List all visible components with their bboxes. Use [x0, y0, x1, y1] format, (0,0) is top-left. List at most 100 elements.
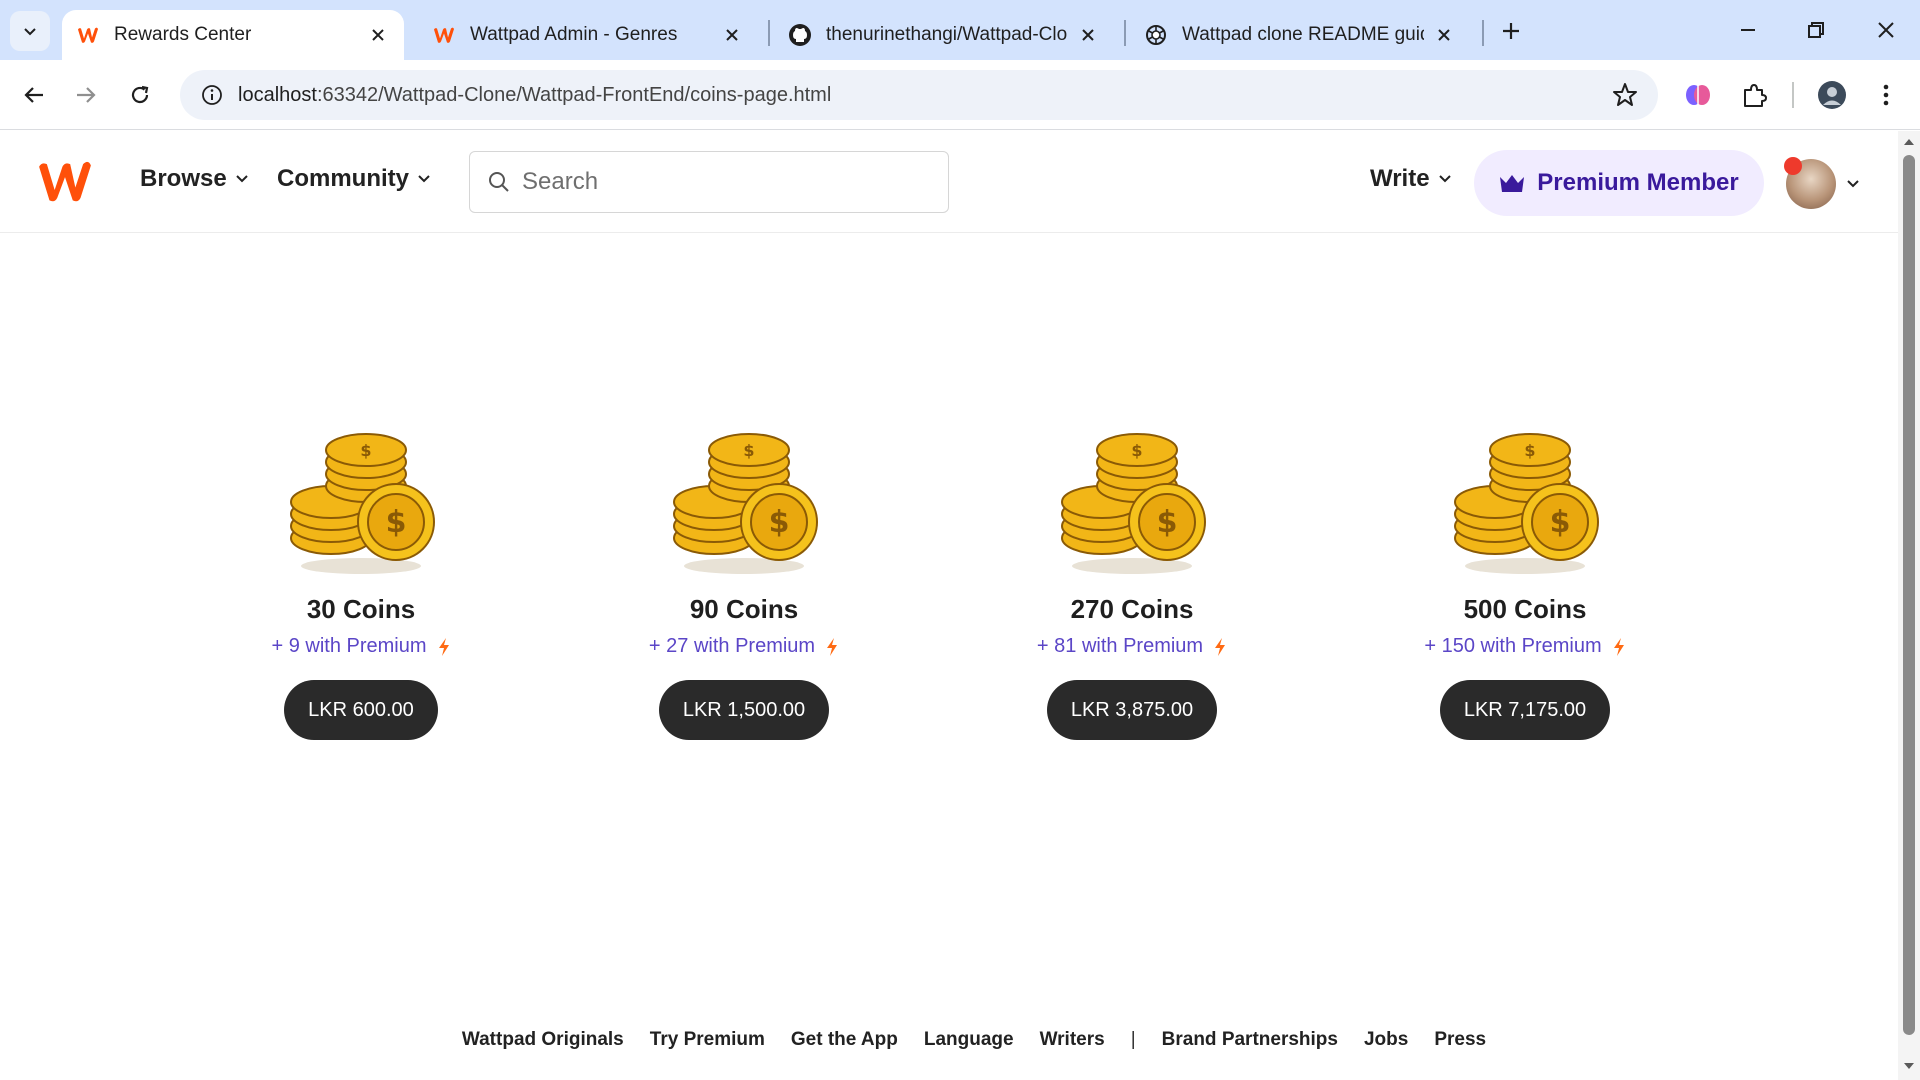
restore-icon [1808, 22, 1824, 38]
site-header: Browse Community Write Premium Member [0, 131, 1898, 233]
notification-dot [1784, 157, 1802, 175]
wattpad-favicon-icon [76, 23, 100, 47]
profile-avatar-icon[interactable] [1812, 75, 1852, 115]
coin-stack-icon: $ $ [290, 433, 435, 574]
premium-bonus: + 27 with Premium [594, 635, 894, 658]
wattpad-favicon-icon [432, 23, 456, 47]
footer-link-get-the-app[interactable]: Get the App [791, 1029, 898, 1051]
premium-bonus: + 81 with Premium [982, 635, 1282, 658]
buy-coins-button[interactable]: LKR 1,500.00 [658, 680, 830, 740]
scroll-down-arrow-icon[interactable] [1902, 1059, 1916, 1073]
browser-toolbar: localhost:63342/Wattpad-Clone/Wattpad-Fr… [0, 60, 1920, 130]
close-icon[interactable] [1076, 23, 1100, 47]
coin-amount: 90 Coins [689, 594, 799, 624]
lightning-icon [438, 637, 449, 656]
page-scrollbar[interactable] [1898, 131, 1920, 1080]
premium-member-button[interactable]: Premium Member [1474, 150, 1764, 216]
footer-link-jobs[interactable]: Jobs [1364, 1029, 1408, 1051]
premium-bonus: + 150 with Premium [1375, 635, 1675, 658]
avatar[interactable] [1784, 157, 1836, 209]
footer-link-writers[interactable]: Writers [1040, 1029, 1105, 1051]
site-info-icon[interactable] [186, 84, 238, 106]
minimize-icon [1741, 29, 1755, 31]
nav-community[interactable]: Community [277, 165, 431, 193]
chevron-down-icon [418, 175, 430, 183]
tab-separator [768, 20, 770, 46]
tab-search-button[interactable] [10, 11, 50, 51]
new-tab-button[interactable] [1494, 14, 1528, 48]
scrollbar-thumb[interactable] [1903, 155, 1915, 1035]
tab-title: Wattpad clone README guide [1182, 24, 1424, 45]
nav-write-label: Write [1370, 165, 1430, 192]
close-window-button[interactable] [1866, 12, 1906, 48]
minimize-button[interactable] [1728, 12, 1768, 48]
coin-package-card: $ $ 30 Coins + 9 with Premium LKR 600.00 [211, 426, 511, 740]
nav-browse-label: Browse [140, 165, 227, 192]
premium-bonus-text: + 27 with Premium [648, 635, 816, 657]
back-button[interactable] [14, 75, 54, 115]
svg-text:$: $ [1131, 441, 1142, 460]
restore-button[interactable] [1796, 12, 1836, 48]
address-bar[interactable]: localhost:63342/Wattpad-Clone/Wattpad-Fr… [180, 70, 1658, 120]
footer-link-try-premium[interactable]: Try Premium [650, 1029, 765, 1051]
close-icon[interactable] [1432, 23, 1456, 47]
search-icon [489, 172, 509, 192]
extension-brain-icon[interactable] [1678, 75, 1718, 115]
browser-menu-icon[interactable] [1866, 75, 1906, 115]
reload-icon [131, 85, 149, 104]
chevron-down-icon [235, 175, 248, 183]
tab-title: Rewards Center [114, 24, 252, 45]
svg-text:$: $ [1524, 441, 1535, 460]
coin-package-card: $ $ 90 Coins + 27 with Premium LKR 1,500… [594, 426, 894, 740]
coin-stack-icon: $ $ [1454, 433, 1599, 574]
user-menu[interactable] [1784, 157, 1860, 209]
coin-amount: 30 Coins [306, 594, 416, 624]
arrow-right-icon [77, 87, 96, 103]
site-footer: Wattpad Originals Try Premium Get the Ap… [0, 1029, 1898, 1051]
footer-link-brand-partnerships[interactable]: Brand Partnerships [1162, 1029, 1338, 1051]
svg-text:$: $ [1550, 505, 1571, 540]
premium-member-label: Premium Member [1537, 169, 1739, 196]
tab-github[interactable]: thenurinethangi/Wattpad-Clone [774, 10, 1114, 60]
extensions-puzzle-icon[interactable] [1734, 75, 1774, 115]
url-path: :63342/Wattpad-Clone/Wattpad-FrontEnd/co… [316, 83, 832, 106]
footer-link-press[interactable]: Press [1434, 1029, 1486, 1051]
tab-rewards-center[interactable]: Rewards Center [62, 10, 404, 60]
premium-bonus: + 9 with Premium [211, 635, 511, 658]
search-box[interactable] [469, 151, 949, 213]
wattpad-logo-icon [39, 161, 91, 202]
chevron-down-icon [24, 28, 36, 36]
forward-button[interactable] [66, 75, 106, 115]
search-input[interactable] [522, 168, 922, 196]
toolbar-separator [1792, 82, 1794, 108]
crown-icon [1500, 175, 1525, 192]
buy-coins-button[interactable]: LKR 600.00 [284, 680, 438, 740]
chatgpt-favicon-icon [1144, 23, 1168, 47]
tab-title: thenurinethangi/Wattpad-Clone [826, 24, 1068, 45]
wattpad-logo[interactable] [36, 159, 94, 208]
close-icon[interactable] [720, 23, 744, 47]
lightning-icon [827, 637, 838, 656]
footer-link-wattpad-originals[interactable]: Wattpad Originals [462, 1029, 624, 1051]
nav-browse[interactable]: Browse [140, 165, 249, 193]
url-host: localhost [238, 83, 317, 106]
svg-text:$: $ [769, 505, 790, 540]
footer-link-language[interactable]: Language [924, 1029, 1014, 1051]
buy-coins-button[interactable]: LKR 3,875.00 [1046, 680, 1218, 740]
close-icon [1878, 22, 1894, 38]
svg-text:$: $ [743, 441, 754, 460]
browser-tab-bar: Rewards Center Wattpad Admin - Genres th… [0, 0, 1920, 60]
tab-separator [1124, 20, 1126, 46]
bookmark-star-icon[interactable] [1612, 82, 1638, 113]
buy-coins-button[interactable]: LKR 7,175.00 [1439, 680, 1611, 740]
reload-button[interactable] [120, 75, 160, 115]
tab-chatgpt[interactable]: Wattpad clone README guide [1130, 10, 1470, 60]
tab-wattpad-admin[interactable]: Wattpad Admin - Genres [418, 10, 758, 60]
chevron-down-icon [1438, 175, 1451, 183]
close-icon[interactable] [366, 23, 390, 47]
url-text: localhost:63342/Wattpad-Clone/Wattpad-Fr… [238, 84, 831, 107]
nav-write[interactable]: Write [1370, 165, 1452, 193]
plus-icon [1503, 23, 1519, 39]
footer-separator: | [1130, 1029, 1136, 1050]
scroll-up-arrow-icon[interactable] [1902, 135, 1916, 149]
